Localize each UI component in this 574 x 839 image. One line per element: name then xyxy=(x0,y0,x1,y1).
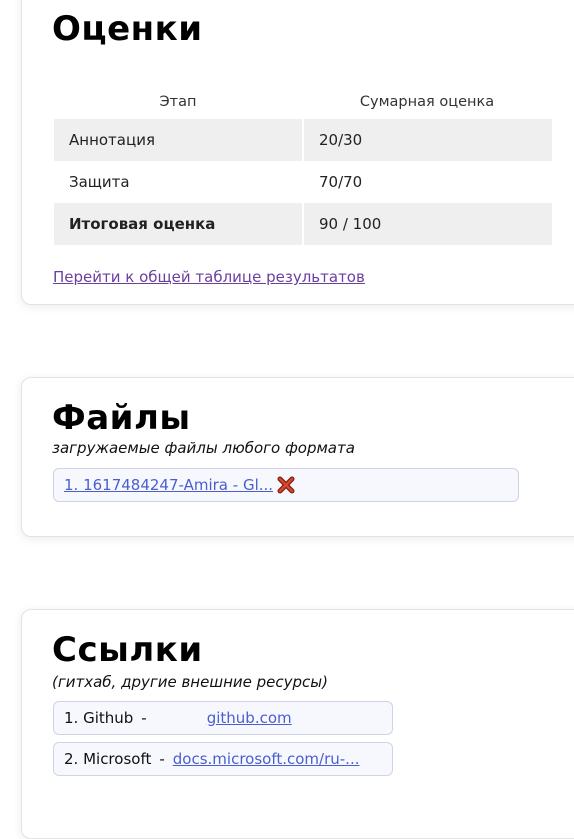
results-table-link[interactable]: Перейти к общей таблице результатов xyxy=(53,268,365,286)
links-title: Ссылки xyxy=(52,630,203,670)
link-separator: - xyxy=(141,709,147,727)
row-stage: Защита xyxy=(69,173,130,191)
file-link[interactable]: 1. 1617484247-Amira - Gl... xyxy=(64,476,273,494)
links-subtitle: (гитхаб, другие внешние ресурсы) xyxy=(52,673,328,691)
row-score: 20/30 xyxy=(304,119,552,161)
row-score: 90 / 100 xyxy=(304,203,552,245)
header-stage: Этап xyxy=(159,94,197,110)
link-url[interactable]: github.com xyxy=(207,709,292,727)
grades-table-header: Этап Сумарная оценка xyxy=(54,85,552,119)
row-stage: Аннотация xyxy=(54,119,302,161)
link-label: 1. Github xyxy=(64,709,134,727)
table-row: Аннотация 20/30 xyxy=(54,119,552,161)
files-title: Файлы xyxy=(52,398,191,438)
link-item: 1. Github - github.com xyxy=(53,701,393,735)
grades-title: Оценки xyxy=(52,9,203,49)
table-row: Итоговая оценка 90 / 100 xyxy=(54,203,552,245)
grades-card: Оценки Этап Сумарная оценка Аннотация 20… xyxy=(21,0,574,305)
row-stage: Итоговая оценка xyxy=(54,203,302,245)
header-total: Сумарная оценка xyxy=(359,94,495,110)
link-label: 2. Microsoft xyxy=(64,750,152,768)
files-card: Файлы загружаемые файлы любого формата 1… xyxy=(21,377,574,537)
row-score: 70/70 xyxy=(319,173,363,191)
file-item: 1. 1617484247-Amira - Gl... xyxy=(53,468,519,502)
link-separator: - xyxy=(159,750,165,768)
links-card: Ссылки (гитхаб, другие внешние ресурсы) … xyxy=(21,609,574,839)
files-subtitle: загружаемые файлы любого формата xyxy=(52,439,355,457)
link-url[interactable]: docs.microsoft.com/ru-... xyxy=(173,750,360,768)
table-row: Защита 70/70 xyxy=(54,161,552,203)
close-icon[interactable] xyxy=(277,476,295,494)
grades-table: Этап Сумарная оценка Аннотация 20/30 Защ… xyxy=(54,85,552,245)
link-item: 2. Microsoft - docs.microsoft.com/ru-... xyxy=(53,742,393,776)
